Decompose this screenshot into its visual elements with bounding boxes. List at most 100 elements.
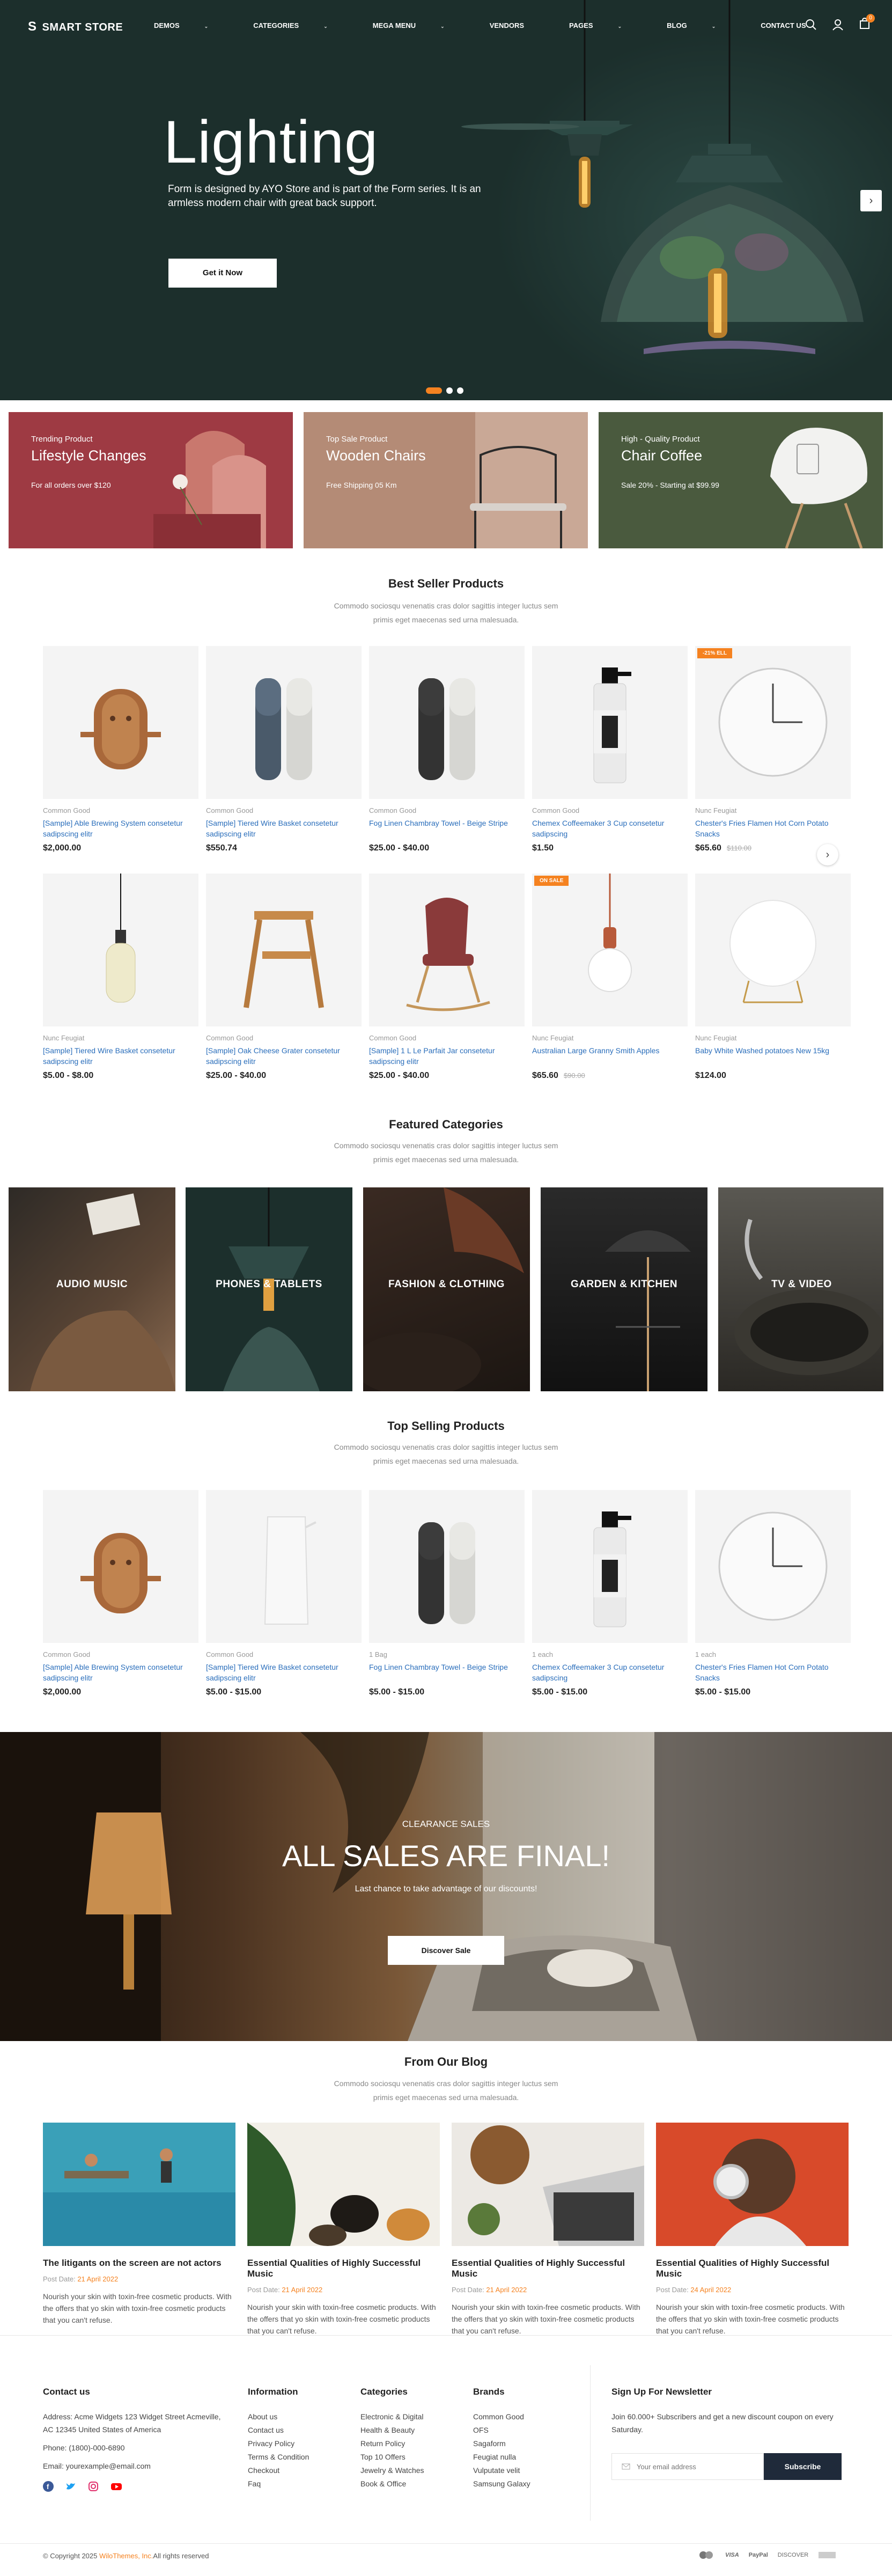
product-name[interactable]: [Sample] 1 L Le Parfait Jar consetetur s… [369, 1045, 525, 1068]
product-name[interactable]: Fog Linen Chambray Towel - Beige Stripe [369, 1662, 525, 1684]
slider-dot-2[interactable] [446, 387, 453, 394]
logo[interactable]: S SMART STORE [28, 19, 123, 34]
discover-sale-button[interactable]: Discover Sale [388, 1936, 504, 1965]
twitter-icon[interactable] [65, 2481, 76, 2492]
product-card[interactable]: Common Good [Sample] Oak Cheese Grater co… [206, 874, 362, 1081]
product-card[interactable]: Common Good Fog Linen Chambray Towel - Be… [369, 646, 525, 853]
product-card[interactable]: 1 each Chemex Coffeemaker 3 Cup consetetu… [532, 1490, 688, 1697]
footer-link[interactable]: Samsung Galaxy [473, 2477, 530, 2490]
product-card[interactable]: ON SALE Nunc Feugiat Australian Large Gran… [532, 874, 688, 1081]
blog-post-image[interactable] [43, 2123, 235, 2246]
footer-link[interactable]: Top 10 Offers [360, 2450, 424, 2463]
footer-link[interactable]: Faq [248, 2477, 309, 2490]
search-icon[interactable] [805, 19, 817, 31]
footer-link[interactable]: Return Policy [360, 2437, 424, 2450]
product-name[interactable]: Australian Large Granny Smith Apples [532, 1045, 688, 1068]
youtube-icon[interactable] [110, 2481, 122, 2492]
menu-demos[interactable]: DEMOS ⌄ [154, 21, 231, 30]
product-image[interactable] [43, 646, 198, 799]
product-image[interactable] [532, 1490, 688, 1643]
promo-banner-wooden-chairs[interactable]: Top Sale Product Wooden Chairs Free Ship… [304, 412, 588, 548]
product-card[interactable]: Common Good [Sample] Tiered Wire Basket c… [206, 646, 362, 853]
footer-link[interactable]: Checkout [248, 2464, 309, 2477]
instagram-icon[interactable] [88, 2481, 99, 2492]
product-card[interactable]: Common Good [Sample] 1 L Le Parfait Jar c… [369, 874, 525, 1081]
product-name[interactable]: Chemex Coffeemaker 3 Cup consetetur sadi… [532, 818, 688, 840]
blog-post-image[interactable] [247, 2123, 440, 2246]
product-name[interactable]: [Sample] Oak Cheese Grater consetetur sa… [206, 1045, 362, 1068]
product-name[interactable]: Chester's Fries Flamen Hot Corn Potato S… [695, 818, 851, 840]
product-card[interactable]: Common Good Chemex Coffeemaker 3 Cup cons… [532, 646, 688, 853]
product-name[interactable]: Fog Linen Chambray Towel - Beige Stripe [369, 818, 525, 840]
blog-post-title[interactable]: Essential Qualities of Highly Successful… [656, 2258, 849, 2279]
footer-link[interactable]: Health & Beauty [360, 2424, 424, 2436]
product-card[interactable]: Nunc Feugiat [Sample] Tiered Wire Basket … [43, 874, 198, 1081]
product-image[interactable] [206, 1490, 362, 1643]
product-name[interactable]: Chester's Fries Flamen Hot Corn Potato S… [695, 1662, 851, 1684]
product-card[interactable]: Common Good [Sample] Able Brewing System … [43, 646, 198, 853]
subscribe-button[interactable]: Subscribe [764, 2453, 842, 2480]
category-fashion-clothing[interactable]: FASHION & CLOTHING [363, 1187, 530, 1391]
product-card[interactable]: 1 Bag Fog Linen Chambray Towel - Beige St… [369, 1490, 525, 1697]
footer-email[interactable]: Email: yourexample@email.com [43, 2460, 225, 2472]
product-image[interactable] [43, 1490, 198, 1643]
blog-post-title[interactable]: Essential Qualities of Highly Successful… [452, 2258, 644, 2279]
product-image[interactable] [532, 646, 688, 799]
menu-blog[interactable]: BLOG ⌄ [667, 21, 738, 30]
footer-link[interactable]: Electronic & Digital [360, 2410, 424, 2423]
footer-link[interactable]: Jewelry & Watches [360, 2464, 424, 2477]
product-name[interactable]: [Sample] Tiered Wire Basket consetetur s… [206, 818, 362, 840]
footer-link[interactable]: About us [248, 2410, 309, 2423]
product-name[interactable]: Baby White Washed potatoes New 15kg [695, 1045, 851, 1068]
footer-link[interactable]: Terms & Condition [248, 2450, 309, 2463]
product-card[interactable]: -21% ELL Nunc Feugiat Chester's Fries Flam… [695, 646, 851, 853]
blog-post-card[interactable]: The litigants on the screen are not acto… [43, 2123, 235, 2326]
product-name[interactable]: [Sample] Tiered Wire Basket consetetur s… [206, 1662, 362, 1684]
product-image[interactable] [206, 874, 362, 1026]
footer-link[interactable]: OFS [473, 2424, 530, 2436]
product-card[interactable]: Common Good [Sample] Able Brewing System … [43, 1490, 198, 1697]
category-phones-tablets[interactable]: PHONES & TABLETS [186, 1187, 352, 1391]
category-audio-music[interactable]: AUDIO MUSIC [9, 1187, 175, 1391]
product-card[interactable]: Nunc Feugiat Baby White Washed potatoes N… [695, 874, 851, 1081]
facebook-icon[interactable]: f [43, 2481, 54, 2492]
product-name[interactable]: [Sample] Tiered Wire Basket consetetur s… [43, 1045, 198, 1068]
footer-link[interactable]: Contact us [248, 2424, 309, 2436]
slider-dot-3[interactable] [457, 387, 463, 394]
blog-post-image[interactable] [452, 2123, 644, 2246]
user-icon[interactable] [832, 19, 844, 31]
product-image[interactable] [695, 1490, 851, 1643]
blog-post-card[interactable]: Essential Qualities of Highly Successful… [656, 2123, 849, 2337]
product-image[interactable] [43, 874, 198, 1026]
footer-link[interactable]: Book & Office [360, 2477, 424, 2490]
category-garden-kitchen[interactable]: GARDEN & KITCHEN [541, 1187, 707, 1391]
blog-post-title[interactable]: The litigants on the screen are not acto… [43, 2258, 235, 2269]
promo-banner-chair-coffee[interactable]: High - Quality Product Chair Coffee Sale… [599, 412, 883, 548]
newsletter-email-field[interactable] [611, 2453, 764, 2480]
product-name[interactable]: [Sample] Able Brewing System consetetur … [43, 818, 198, 840]
slider-dot-1[interactable] [426, 387, 442, 394]
product-image[interactable]: -21% ELL [695, 646, 851, 799]
footer-link[interactable]: Vulputate velit [473, 2464, 530, 2477]
slider-next-button[interactable]: › [860, 190, 882, 211]
product-card[interactable]: Common Good [Sample] Tiered Wire Basket c… [206, 1490, 362, 1697]
category-tv-video[interactable]: TV & VIDEO [718, 1187, 883, 1391]
newsletter-email-input[interactable] [637, 2462, 744, 2471]
promo-banner-lifestyle[interactable]: Trending Product Lifestyle Changes For a… [9, 412, 293, 548]
blog-post-card[interactable]: Essential Qualities of Highly Successful… [452, 2123, 644, 2337]
product-name[interactable]: [Sample] Able Brewing System consetetur … [43, 1662, 198, 1684]
footer-link[interactable]: Feugiat nulla [473, 2450, 530, 2463]
footer-link[interactable]: Privacy Policy [248, 2437, 309, 2450]
product-image[interactable] [369, 1490, 525, 1643]
product-card[interactable]: 1 each Chester's Fries Flamen Hot Corn Po… [695, 1490, 851, 1697]
cart-button[interactable]: 0 [859, 14, 875, 32]
product-image[interactable] [695, 874, 851, 1026]
menu-pages[interactable]: PAGES ⌄ [569, 21, 644, 30]
footer-link[interactable]: Sagaform [473, 2437, 530, 2450]
product-image[interactable] [369, 874, 525, 1026]
hero-cta-button[interactable]: Get it Now [168, 259, 277, 288]
blog-post-image[interactable] [656, 2123, 849, 2246]
menu-mega-menu[interactable]: MEGA MENU ⌄ [373, 21, 467, 30]
footer-link[interactable]: Common Good [473, 2410, 530, 2423]
product-name[interactable]: Chemex Coffeemaker 3 Cup consetetur sadi… [532, 1662, 688, 1684]
